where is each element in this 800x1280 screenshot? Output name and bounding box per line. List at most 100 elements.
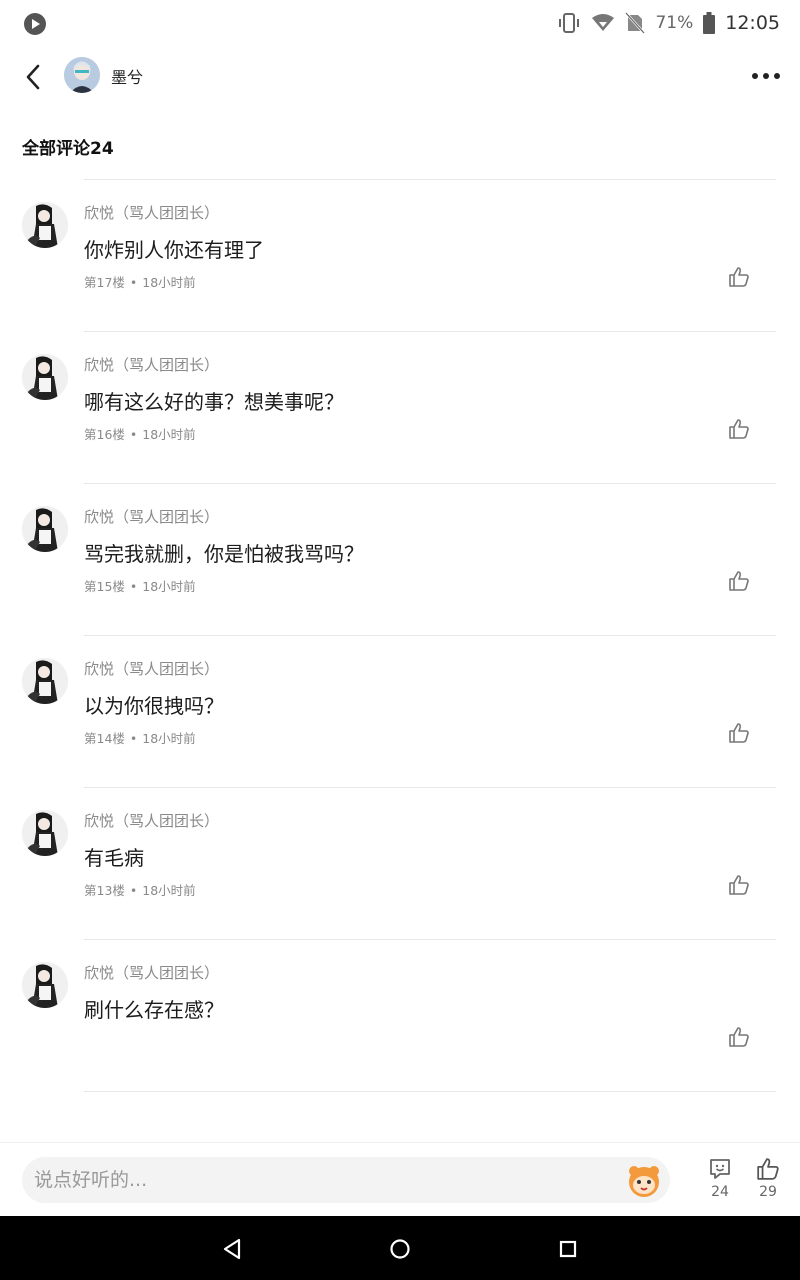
comment-divider <box>84 1091 776 1092</box>
comment-meta: 第16楼 • 18小时前 <box>84 424 196 443</box>
comment-like-button[interactable] <box>726 1024 752 1050</box>
comment-time: 18小时前 <box>142 427 196 442</box>
top-nav: 墨兮 <box>0 46 800 108</box>
commenter-avatar[interactable] <box>22 202 68 248</box>
battery-percent: 71% <box>655 13 694 33</box>
meta-separator: • <box>129 579 138 594</box>
comment-text[interactable]: 你炸别人你还有理了 <box>84 234 264 263</box>
comment-text[interactable]: 哪有这么好的事？想美事呢？ <box>84 386 344 415</box>
comment-input[interactable] <box>34 1157 614 1203</box>
avatar-image <box>22 506 68 552</box>
comment-floor: 第16楼 <box>84 427 125 442</box>
battery-icon <box>703 12 716 34</box>
comment-text[interactable]: 骂完我就删，你是怕被我骂吗？ <box>84 538 364 567</box>
vibrate-icon <box>559 13 580 33</box>
comment-item[interactable]: 欣悦（骂人团团长） 你妈没教育好你是吗？ 第18楼•18小时前 <box>0 170 800 180</box>
square-recent-icon <box>559 1240 577 1258</box>
thumbs-up-icon <box>729 1027 749 1047</box>
comment-author[interactable]: 欣悦（骂人团团长） <box>84 506 219 527</box>
avatar-image <box>22 354 68 400</box>
comment-text[interactable]: 以为你很拽吗？ <box>84 690 224 719</box>
comment-text[interactable]: 刷什么存在感？ <box>84 994 224 1023</box>
wifi-icon <box>592 14 615 31</box>
commenter-avatar[interactable] <box>22 354 68 400</box>
avatar-image <box>22 658 68 704</box>
comment-smile-icon <box>710 1159 730 1179</box>
system-home-button[interactable] <box>387 1236 413 1262</box>
comment-item[interactable]: 欣悦（骂人团团长） 以为你很拽吗？ 第14楼 • 18小时前 <box>0 636 800 788</box>
thumbs-up-icon <box>729 723 749 743</box>
comment-item[interactable]: 欣悦（骂人团团长） 哪有这么好的事？想美事呢？ 第16楼 • 18小时前 <box>0 332 800 484</box>
comment-item[interactable]: 欣悦（骂人团团长） 你炸别人你还有理了 第17楼 • 18小时前 <box>0 180 800 332</box>
comment-floor: 第13楼 <box>84 883 125 898</box>
comment-meta: 第14楼 • 18小时前 <box>84 728 196 747</box>
comment-time: 18小时前 <box>142 731 196 746</box>
comment-floor: 第14楼 <box>84 731 125 746</box>
thumbs-up-icon <box>729 419 749 439</box>
meta-separator: • <box>129 427 138 442</box>
avatar-image <box>22 202 68 248</box>
meta-separator: • <box>129 275 138 290</box>
comment-floor: 第15楼 <box>84 579 125 594</box>
comment-meta: 第17楼 • 18小时前 <box>84 272 196 291</box>
comment-time: 18小时前 <box>142 883 196 898</box>
comment-input-bar: 24 29 <box>0 1142 800 1216</box>
thumbs-up-icon <box>729 875 749 895</box>
avatar-image <box>64 57 100 93</box>
triangle-back-icon <box>223 1238 241 1260</box>
thumbs-up-icon <box>757 1158 779 1180</box>
comment-time: 18小时前 <box>142 579 196 594</box>
comment-item[interactable]: 欣悦（骂人团团长） 骂完我就删，你是怕被我骂吗？ 第15楼 • 18小时前 <box>0 484 800 636</box>
comment-text[interactable]: 有毛病 <box>84 842 144 871</box>
meta-separator: • <box>129 731 138 746</box>
comment-item[interactable]: 欣悦（骂人团团长） 有毛病 第13楼 • 18小时前 <box>0 788 800 940</box>
comment-like-button[interactable] <box>726 264 752 290</box>
comment-meta <box>84 1032 94 1047</box>
status-bar: 71% 12:05 <box>0 0 800 46</box>
avatar-image <box>22 810 68 856</box>
comment-author[interactable]: 欣悦（骂人团团长） <box>84 658 219 679</box>
system-nav-bar <box>0 1216 800 1280</box>
user-avatar[interactable] <box>64 57 100 93</box>
status-time: 12:05 <box>725 12 780 34</box>
no-sim-icon <box>625 12 646 34</box>
like-count-button[interactable]: 29 <box>748 1157 788 1200</box>
thumbs-up-icon <box>729 267 749 287</box>
comment-author[interactable]: 欣悦（骂人团团长） <box>84 202 219 223</box>
comment-item[interactable]: 欣悦（骂人团团长） 刷什么存在感？ <box>0 940 800 1092</box>
app-logo-icon <box>24 13 46 35</box>
monkey-emoji-icon[interactable] <box>626 1163 662 1199</box>
commenter-avatar[interactable] <box>22 506 68 552</box>
comments-heading: 全部评论24 <box>22 139 114 159</box>
comment-count-button[interactable]: 24 <box>700 1157 740 1200</box>
avatar-image <box>22 962 68 1008</box>
comment-author[interactable]: 欣悦（骂人团团长） <box>84 962 219 983</box>
like-count: 29 <box>759 1184 777 1200</box>
circle-home-icon <box>390 1239 410 1259</box>
commenter-avatar[interactable] <box>22 810 68 856</box>
username[interactable]: 墨兮 <box>111 64 143 88</box>
comment-meta: 第15楼 • 18小时前 <box>84 576 196 595</box>
back-button[interactable] <box>18 62 48 92</box>
system-recent-button[interactable] <box>555 1236 581 1262</box>
comment-list-viewport[interactable]: 欣悦（骂人团团长） 你妈没教育好你是吗？ 第18楼•18小时前 欣悦（骂人团团长… <box>0 170 800 1142</box>
comment-floor: 第17楼 <box>84 275 125 290</box>
comment-like-button[interactable] <box>726 872 752 898</box>
comment-input-container[interactable] <box>22 1157 670 1203</box>
comment-list: 欣悦（骂人团团长） 你妈没教育好你是吗？ 第18楼•18小时前 欣悦（骂人团团长… <box>0 170 800 1092</box>
thumbs-up-icon <box>729 571 749 591</box>
commenter-avatar[interactable] <box>22 962 68 1008</box>
comment-count: 24 <box>711 1184 729 1200</box>
system-back-button[interactable] <box>219 1236 245 1262</box>
comment-time: 18小时前 <box>142 275 196 290</box>
more-dots-icon <box>752 73 780 79</box>
comment-like-button[interactable] <box>726 416 752 442</box>
more-button[interactable] <box>750 64 782 88</box>
comment-author[interactable]: 欣悦（骂人团团长） <box>84 810 219 831</box>
comment-like-button[interactable] <box>726 568 752 594</box>
comment-author[interactable]: 欣悦（骂人团团长） <box>84 354 219 375</box>
comment-like-button[interactable] <box>726 720 752 746</box>
commenter-avatar[interactable] <box>22 658 68 704</box>
back-arrow-icon <box>26 64 40 90</box>
meta-separator: • <box>129 883 138 898</box>
